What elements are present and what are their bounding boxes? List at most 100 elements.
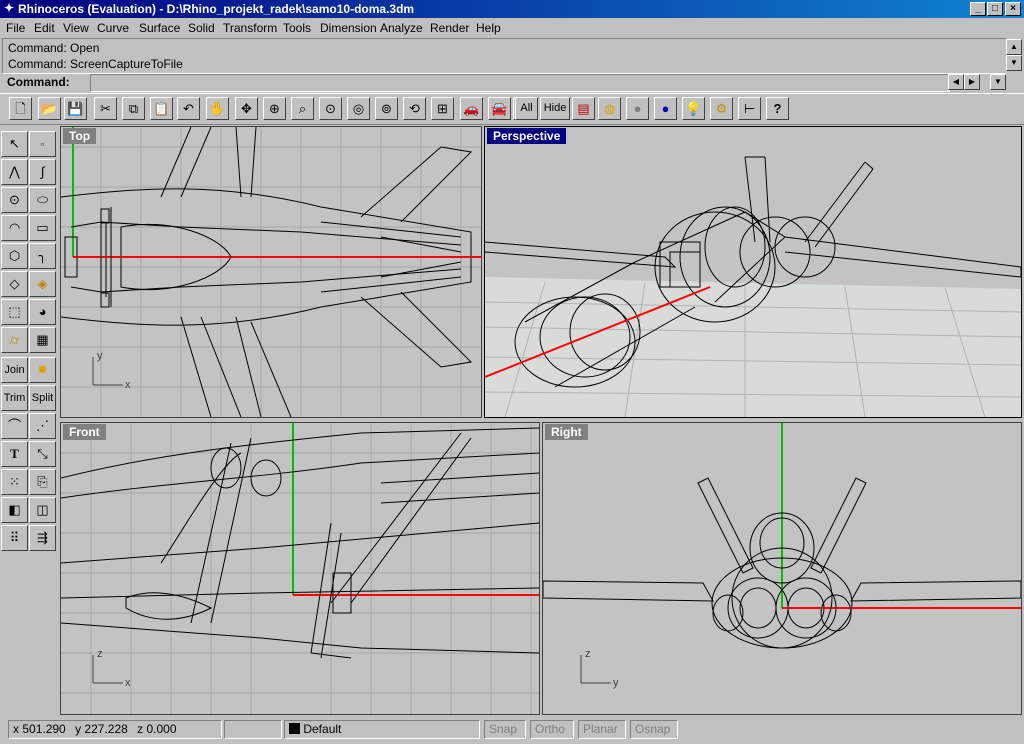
command-line: Command: ◀ ▶ ▼: [2, 74, 1006, 92]
current-layer-pane[interactable]: Default: [284, 720, 480, 739]
title-bar: ✦ Rhinoceros (Evaluation) - D:\Rhino_pro…: [0, 0, 1024, 18]
light-bulb-icon[interactable]: 💡: [682, 97, 705, 120]
undo-view-change-icon[interactable]: ⟲: [403, 97, 426, 120]
ortho-toggle[interactable]: Ortho: [530, 720, 574, 739]
viewport-perspective[interactable]: Perspective: [484, 126, 1022, 418]
extrude-surface-icon[interactable]: ◈: [29, 271, 56, 297]
ellipse-icon[interactable]: ⬭: [29, 187, 56, 213]
open-folder-icon[interactable]: 📂: [38, 97, 61, 120]
menu-curve[interactable]: Curve: [97, 21, 129, 35]
sphere-solid-icon[interactable]: ◕: [29, 299, 56, 325]
command-scroll-left-icon[interactable]: ◀: [948, 74, 964, 90]
menu-analyze[interactable]: Analyze: [380, 21, 423, 35]
rectangle-icon[interactable]: ▭: [29, 215, 56, 241]
copy-icon[interactable]: ⧉: [122, 97, 145, 120]
history-scroll-up-icon[interactable]: ▲: [1006, 39, 1022, 55]
viewport-top[interactable]: y x Top: [60, 126, 482, 418]
menu-solid[interactable]: Solid: [188, 21, 215, 35]
polyline-icon[interactable]: ⋀: [1, 159, 28, 185]
mirror-icon[interactable]: ◫: [29, 497, 56, 523]
menu-view[interactable]: View: [63, 21, 89, 35]
viewport-front[interactable]: z x Front: [60, 422, 540, 715]
standard-toolbar: 🗋 📂 💾 ✂ ⧉ 📋 ↶ ✋ ✥ ⊕ ⌕ ⊙ ◎ ⊚ ⟲ ⊞ 🚗 🚘 ⊸ Al…: [0, 93, 1024, 125]
four-viewports-icon[interactable]: ⊞: [431, 97, 454, 120]
mesh-icon[interactable]: ▦: [29, 327, 56, 353]
scale-icon[interactable]: ⤡: [29, 441, 56, 467]
menu-dimension[interactable]: Dimension: [320, 21, 377, 35]
curve-icon[interactable]: ∫: [29, 159, 56, 185]
color-wheel-icon[interactable]: ◍: [598, 97, 621, 120]
arc-icon[interactable]: ◠: [1, 215, 28, 241]
group-icon[interactable]: ◧: [1, 497, 28, 523]
split-button[interactable]: Split: [29, 385, 56, 411]
undo-icon[interactable]: ↶: [177, 97, 200, 120]
osnap-toggle[interactable]: Osnap: [630, 720, 678, 739]
show-all-button[interactable]: All: [515, 97, 538, 120]
status-bar: x 501.290 y 227.228 z 0.000 Default Snap…: [0, 716, 1024, 744]
save-icon[interactable]: 💾: [64, 97, 87, 120]
command-scroll-right-icon[interactable]: ▶: [964, 74, 980, 90]
new-file-icon[interactable]: 🗋: [9, 97, 32, 120]
join-button[interactable]: Join: [1, 357, 28, 383]
rhino-app-icon[interactable]: ✦: [2, 1, 16, 15]
viewport-right[interactable]: z y Right: [542, 422, 1022, 715]
surface-corner-icon[interactable]: ◇: [1, 271, 28, 297]
layers-icon[interactable]: ▤: [572, 97, 595, 120]
menu-transform[interactable]: Transform: [223, 21, 277, 35]
gear-options-icon[interactable]: ⚙: [710, 97, 733, 120]
polygon-icon[interactable]: ⬡: [1, 243, 28, 269]
history-scroll-down-icon[interactable]: ▼: [1006, 55, 1022, 71]
offset-icon[interactable]: ⋰: [29, 413, 56, 439]
rebuild-curve-icon[interactable]: ⌒: [1, 413, 28, 439]
viewport-perspective-title[interactable]: Perspective: [487, 128, 567, 144]
perspective-view-wireframe: [485, 156, 1021, 417]
copy-transform-icon[interactable]: ⎘: [29, 469, 56, 495]
command-dropdown-icon[interactable]: ▼: [990, 74, 1006, 90]
circle-icon[interactable]: ⊙: [1, 187, 28, 213]
render-car-icon[interactable]: 🚘: [488, 97, 511, 120]
close-button[interactable]: ×: [1005, 2, 1021, 16]
maximize-button[interactable]: □: [987, 2, 1003, 16]
dimension-icon[interactable]: ⊢: [738, 97, 761, 120]
viewport-top-title[interactable]: Top: [63, 128, 97, 144]
menu-edit[interactable]: Edit: [34, 21, 55, 35]
menu-render[interactable]: Render: [430, 21, 469, 35]
menu-help[interactable]: Help: [476, 21, 501, 35]
rotate-view-icon[interactable]: ✥: [235, 97, 258, 120]
command-input[interactable]: [90, 74, 950, 92]
command-history[interactable]: Command: Open Command: ScreenCaptureToFi…: [2, 38, 1006, 74]
box-solid-icon[interactable]: ⬚: [1, 299, 28, 325]
project-icon[interactable]: ⇶: [29, 525, 56, 551]
fillet-curve-icon[interactable]: ╮: [29, 243, 56, 269]
blue-sphere-icon[interactable]: ●: [654, 97, 677, 120]
viewport-front-title[interactable]: Front: [63, 424, 106, 440]
explode-icon[interactable]: ✸: [29, 357, 56, 383]
menu-file[interactable]: File: [6, 21, 25, 35]
menu-tools[interactable]: Tools: [283, 21, 311, 35]
pan-hand-icon[interactable]: ✋: [206, 97, 229, 120]
zoom-window-icon[interactable]: ⌕: [291, 97, 314, 120]
grid-points-icon[interactable]: ⠿: [1, 525, 28, 551]
planar-toggle[interactable]: Planar: [578, 720, 626, 739]
text-icon[interactable]: T: [1, 441, 28, 467]
material-sphere-icon[interactable]: ●: [626, 97, 649, 120]
snap-toggle[interactable]: Snap: [484, 720, 526, 739]
cylinder-solid-icon[interactable]: ⌭: [1, 327, 28, 353]
hide-button[interactable]: Hide: [540, 97, 570, 120]
menu-surface[interactable]: Surface: [139, 21, 180, 35]
paste-icon[interactable]: 📋: [150, 97, 173, 120]
zoom-extents-icon[interactable]: ⊚: [375, 97, 398, 120]
zoom-selected-icon[interactable]: ◎: [347, 97, 370, 120]
point-icon[interactable]: ▫: [29, 131, 56, 157]
zoom-dynamic-icon[interactable]: ⊕: [263, 97, 286, 120]
help-icon[interactable]: ?: [766, 97, 789, 120]
shade-car-icon[interactable]: 🚗: [460, 97, 483, 120]
right-axis-z-label: z: [585, 648, 591, 660]
minimize-button[interactable]: _: [970, 2, 986, 16]
array-icon[interactable]: ⁙: [1, 469, 28, 495]
viewport-right-title[interactable]: Right: [545, 424, 588, 440]
zoom-target-icon[interactable]: ⊙: [319, 97, 342, 120]
trim-button[interactable]: Trim: [1, 385, 28, 411]
select-arrow-icon[interactable]: ↖: [1, 131, 28, 157]
cut-icon[interactable]: ✂: [94, 97, 117, 120]
